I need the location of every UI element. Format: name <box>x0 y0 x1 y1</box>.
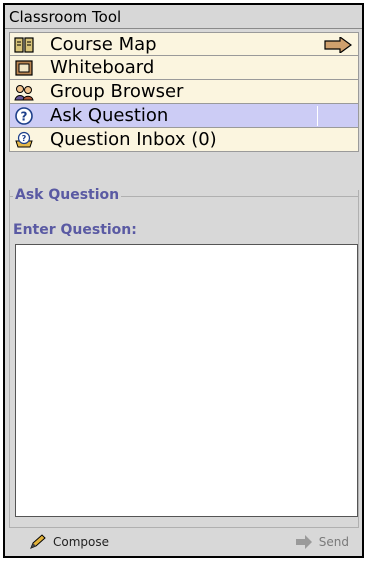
navigation-menu: Course Map Whiteboard Group Browser ? As… <box>9 32 359 152</box>
menu-item-label: Whiteboard <box>50 57 155 78</box>
svg-text:?: ? <box>22 134 27 143</box>
window-title: Classroom Tool <box>5 5 362 29</box>
menu-item-ask-question[interactable]: ? Ask Question <box>9 104 359 128</box>
whiteboard-icon <box>15 60 33 76</box>
group-title: Ask Question <box>13 187 122 203</box>
menu-item-group-browser[interactable]: Group Browser <box>9 80 359 104</box>
question-icon: ? <box>15 107 33 125</box>
book-icon <box>14 37 34 53</box>
svg-text:?: ? <box>21 110 28 124</box>
enter-question-label: Enter Question: <box>13 222 137 238</box>
send-arrow-icon <box>295 535 312 549</box>
menu-item-whiteboard[interactable]: Whiteboard <box>9 56 359 80</box>
menu-item-label: Group Browser <box>50 81 184 102</box>
pencil-icon <box>30 534 46 549</box>
question-input[interactable] <box>15 244 358 517</box>
compose-button[interactable]: Compose <box>29 531 109 553</box>
menu-item-label: Course Map <box>50 34 157 55</box>
divider <box>317 106 318 126</box>
compose-label: Compose <box>53 535 110 549</box>
menu-item-label: Question Inbox (0) <box>50 129 217 150</box>
menu-item-label: Ask Question <box>50 105 169 126</box>
send-label: Send <box>318 535 349 549</box>
send-button[interactable]: Send <box>295 531 349 553</box>
arrow-right-icon[interactable] <box>324 37 352 53</box>
classroom-tool-panel: Classroom Tool Course Map Whiteboard Gro… <box>3 3 364 558</box>
menu-item-question-inbox[interactable]: ? Question Inbox (0) <box>9 128 359 152</box>
inbox-icon: ? <box>15 131 33 148</box>
group-icon <box>14 85 34 101</box>
menu-item-course-map[interactable]: Course Map <box>9 32 359 56</box>
